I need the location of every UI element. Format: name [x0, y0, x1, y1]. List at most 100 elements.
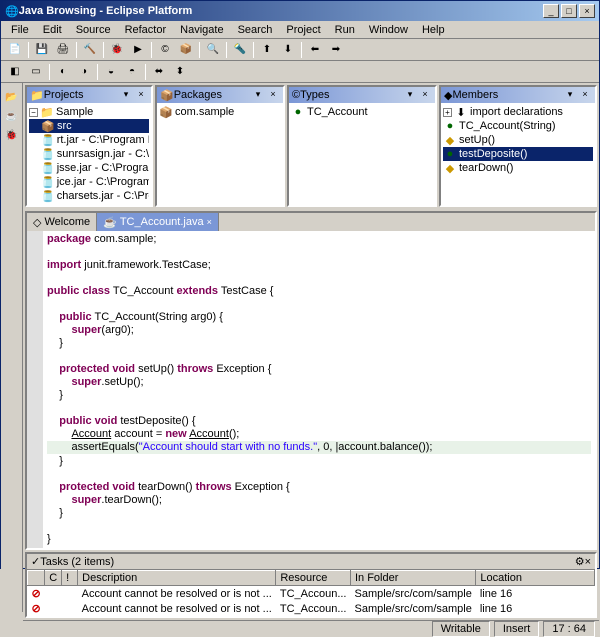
projects-panel: 📁Projects▾× −📁Sample 📦src 🫙rt.jar - C:\P…	[25, 85, 153, 207]
tool-icon-2[interactable]: ◐	[53, 63, 73, 81]
menu-window[interactable]: Window	[363, 23, 414, 37]
member-item[interactable]: ◆tearDown()	[443, 161, 593, 175]
members-title: Members	[452, 89, 562, 101]
col-description[interactable]: Description	[78, 571, 276, 586]
perspective-open-icon[interactable]: 📂	[3, 88, 21, 106]
editor-area: ◇Welcome ☕TC_Account.java× package com.s…	[25, 211, 597, 550]
package-item[interactable]: 📦com.sample	[159, 105, 281, 119]
java-perspective-icon[interactable]: ☕	[3, 107, 21, 125]
tool-icon[interactable]: ▭	[26, 63, 46, 81]
close-icon[interactable]: ×	[134, 89, 148, 101]
tool-icon-5[interactable]: ◓	[122, 63, 142, 81]
annotation-prev-icon[interactable]: ⬆	[257, 41, 277, 59]
menu-icon[interactable]: ▾	[563, 89, 577, 101]
col-resource[interactable]: Resource	[276, 571, 351, 586]
statusbar: Writable Insert 17 : 64	[23, 620, 599, 637]
tool-icon-7[interactable]: ⬍	[170, 63, 190, 81]
type-item[interactable]: ●TC_Account	[291, 105, 433, 119]
types-panel: ©Types▾× ●TC_Account	[287, 85, 437, 207]
print-icon[interactable]: 🖨	[53, 41, 73, 59]
tree-item[interactable]: 📦src	[29, 119, 149, 133]
tool-icon-3[interactable]: ◑	[74, 63, 94, 81]
menu-source[interactable]: Source	[70, 23, 117, 37]
menu-icon[interactable]: ▾	[403, 89, 417, 101]
main-toolbar: 📄 💾 🖨 🔨 🐞 ▶ © 📦 🔍 🔦 ⬆ ⬇ ⬅ ➡	[1, 39, 599, 61]
tree-item[interactable]: 🫙charsets.jar - C:\Progra	[29, 189, 149, 203]
packages-panel: 📦Packages▾× 📦com.sample	[155, 85, 285, 207]
table-row[interactable]: ⊘ Account cannot be resolved or is not .…	[28, 601, 595, 616]
maximize-button[interactable]: □	[561, 4, 577, 18]
tasks-panel: ✓Tasks (2 items)⚙× C ! Description Resou…	[25, 552, 597, 618]
minimize-button[interactable]: _	[543, 4, 559, 18]
close-icon[interactable]: ×	[207, 217, 212, 227]
close-icon[interactable]: ×	[266, 89, 280, 101]
tab-welcome[interactable]: ◇Welcome	[27, 213, 97, 231]
run-icon[interactable]: ▶	[128, 41, 148, 59]
toggle-breadcrumb-icon[interactable]: ◧	[5, 63, 25, 81]
tab-tc-account[interactable]: ☕TC_Account.java×	[97, 213, 219, 231]
projects-icon: 📁	[30, 89, 44, 102]
error-icon: ⊘	[28, 601, 45, 616]
tasks-icon: ✓	[31, 555, 40, 568]
tree-item[interactable]: 🫙rt.jar - C:\Program Files	[29, 133, 149, 147]
menu-edit[interactable]: Edit	[37, 23, 68, 37]
tasks-title: Tasks (2 items)	[40, 556, 574, 568]
secondary-toolbar: ◧ ▭ ◐ ◑ ◒ ◓ ⬌ ⬍	[1, 61, 599, 83]
editor-tabs: ◇Welcome ☕TC_Account.java×	[27, 213, 595, 231]
filter-icon[interactable]: ⚙	[575, 555, 585, 568]
table-header: C ! Description Resource In Folder Locat…	[28, 571, 595, 586]
menu-project[interactable]: Project	[280, 23, 326, 37]
code-editor[interactable]: package com.sample; import junit.framewo…	[27, 231, 595, 548]
build-icon[interactable]: 🔨	[80, 41, 100, 59]
menu-icon[interactable]: ▾	[119, 89, 133, 101]
menu-run[interactable]: Run	[329, 23, 361, 37]
window-title: Java Browsing - Eclipse Platform	[19, 5, 541, 17]
close-button[interactable]: ×	[579, 4, 595, 18]
members-icon: ◆	[444, 89, 452, 102]
member-item[interactable]: ●TC_Account(String)	[443, 119, 593, 133]
tool-icon-6[interactable]: ⬌	[149, 63, 169, 81]
tree-item[interactable]: 🫙jce.jar - C:\Program File	[29, 175, 149, 189]
col-location[interactable]: Location	[476, 571, 595, 586]
close-icon[interactable]: ×	[578, 89, 592, 101]
back-icon[interactable]: ⬅	[305, 41, 325, 59]
window-titlebar: 🌐 Java Browsing - Eclipse Platform _ □ ×	[1, 1, 599, 21]
projects-title: Projects	[44, 89, 118, 101]
menu-navigate[interactable]: Navigate	[174, 23, 229, 37]
member-item[interactable]: ◆setUp()	[443, 133, 593, 147]
status-position: 17 : 64	[543, 621, 595, 637]
new-icon[interactable]: 📄	[5, 41, 25, 59]
annotation-next-icon[interactable]: ⬇	[278, 41, 298, 59]
close-icon[interactable]: ×	[418, 89, 432, 101]
open-type-icon[interactable]: 🔍	[203, 41, 223, 59]
debug-perspective-icon[interactable]: 🐞	[3, 126, 21, 144]
forward-icon[interactable]: ➡	[326, 41, 346, 59]
member-item[interactable]: +⬇import declarations	[443, 105, 593, 119]
menu-icon[interactable]: ▾	[251, 89, 265, 101]
member-item[interactable]: ●testDeposite()	[443, 147, 593, 161]
status-insert: Insert	[494, 621, 540, 637]
menu-file[interactable]: File	[5, 23, 35, 37]
menu-help[interactable]: Help	[416, 23, 451, 37]
save-icon[interactable]: 💾	[32, 41, 52, 59]
close-icon[interactable]: ×	[585, 556, 591, 568]
project-root[interactable]: −📁Sample	[29, 105, 149, 119]
error-icon: ⊘	[28, 586, 45, 602]
tree-item[interactable]: 🫙sunrsasign.jar - C:\Prog	[29, 147, 149, 161]
search-icon[interactable]: 🔦	[230, 41, 250, 59]
perspective-bar: 📂 ☕ 🐞	[1, 83, 23, 612]
tool-icon-4[interactable]: ◒	[101, 63, 121, 81]
col-folder[interactable]: In Folder	[350, 571, 475, 586]
types-icon: ©	[292, 89, 300, 101]
tree-item[interactable]: 🫙jsse.jar - C:\Program Fi	[29, 161, 149, 175]
status-writable: Writable	[432, 621, 490, 637]
menu-search[interactable]: Search	[232, 23, 279, 37]
new-class-icon[interactable]: ©	[155, 41, 175, 59]
app-icon: 🌐	[5, 5, 19, 18]
menubar: File Edit Source Refactor Navigate Searc…	[1, 21, 599, 39]
new-package-icon[interactable]: 📦	[176, 41, 196, 59]
debug-icon[interactable]: 🐞	[107, 41, 127, 59]
table-row[interactable]: ⊘ Account cannot be resolved or is not .…	[28, 586, 595, 602]
menu-refactor[interactable]: Refactor	[119, 23, 173, 37]
packages-title: Packages	[174, 89, 250, 101]
